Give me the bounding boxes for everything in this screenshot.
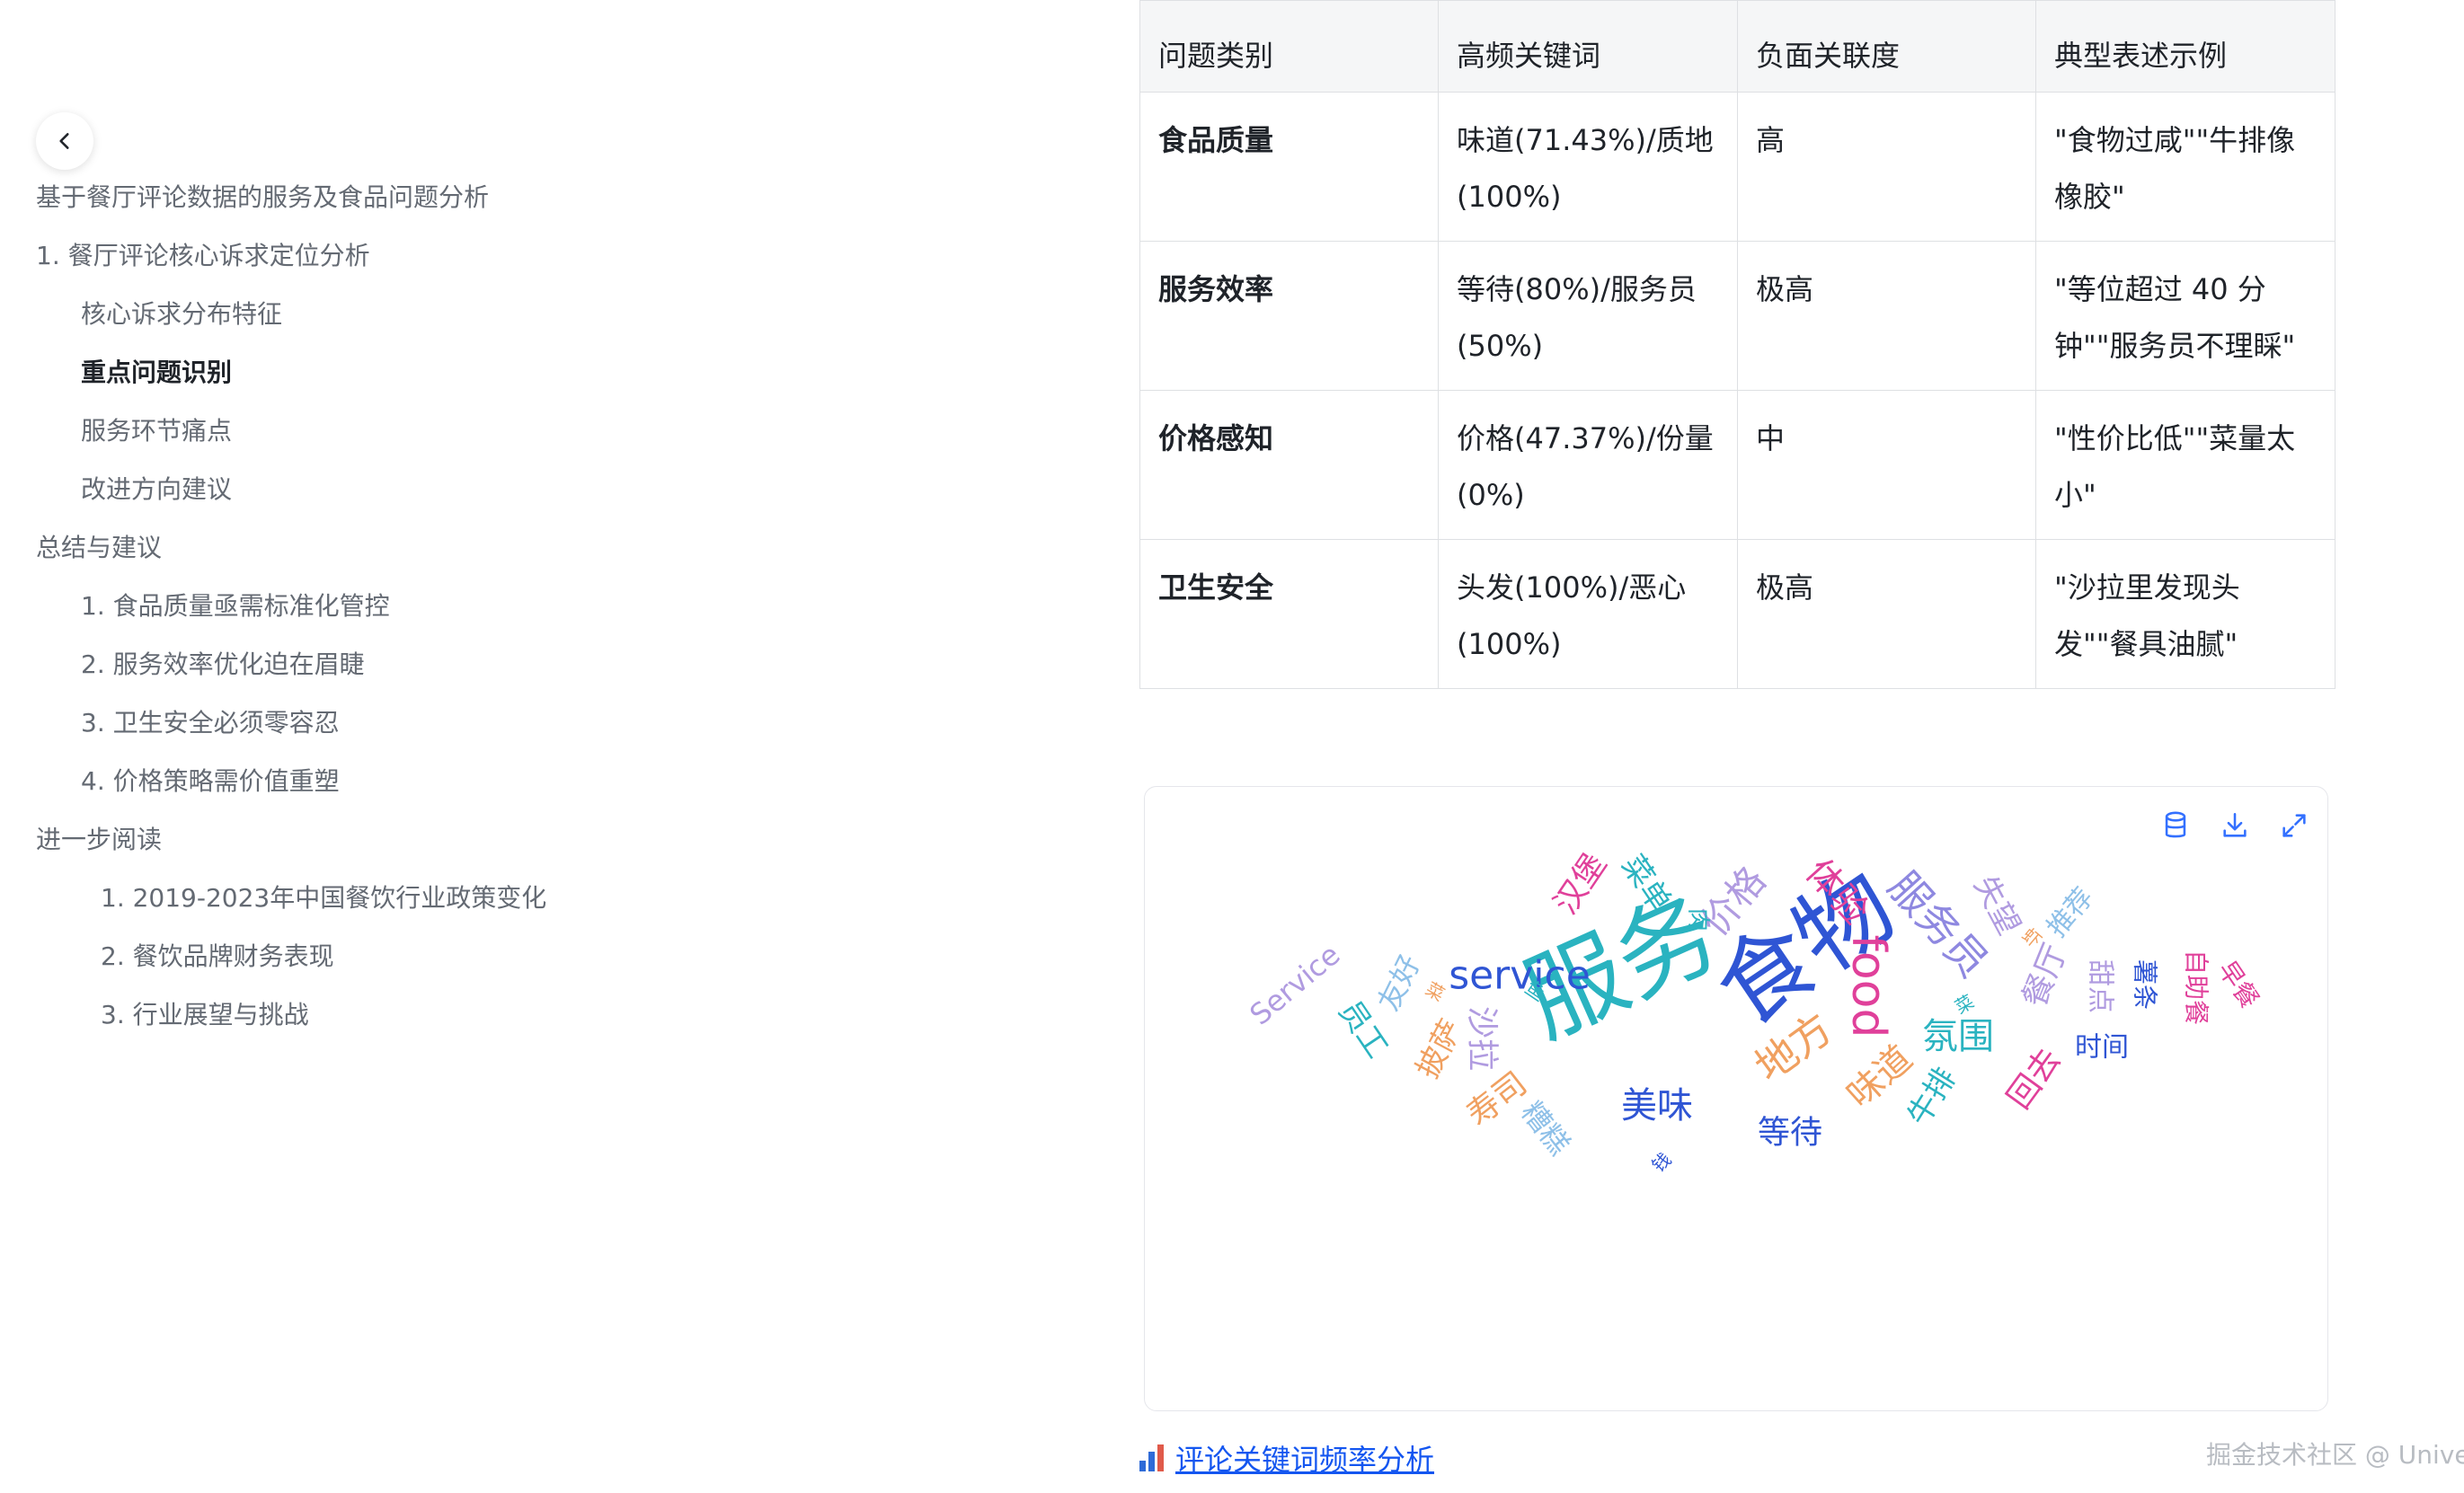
category-cell: 卫生安全 [1139,539,1439,689]
wordcloud-word: 糟糕 [1514,1095,1576,1162]
back-button[interactable] [36,112,93,170]
wordcloud-word: 时间 [2075,1032,2129,1064]
toc-item[interactable]: 1. 食品质量亟需标准化管控 [81,588,390,624]
wordcloud-word: 氛围 [1922,1016,1994,1057]
relevance-cell: 极高 [1737,539,2036,689]
wordcloud-word: 早餐 [2212,956,2265,1014]
problem-table-container: 问题类别 高频关键词 负面关联度 典型表述示例 食品质量 味道(71.43%)/… [1139,0,2335,689]
category-cell: 服务效率 [1139,241,1439,391]
wordcloud-word: 甜点 [2085,959,2116,1013]
wordcloud-word: 回去 [2000,1042,2068,1116]
wordcloud-word: 披萨 [1409,1014,1469,1085]
wordcloud-word: 等待 [1758,1115,1822,1152]
problem-table: 问题类别 高频关键词 负面关联度 典型表述示例 食品质量 味道(71.43%)/… [1139,0,2335,689]
toc-item[interactable]: 3. 行业展望与挑战 [101,997,309,1033]
wordcloud-word: 菜 [1422,978,1448,1006]
wordcloud-card: 服务 食物 service food 地方 服务员 价格 体验 味道 美味 氛围 等待 沙拉 寿司 汉堡 餐厅… [1144,786,2328,1411]
table-header-cell: 典型表述示例 [2035,0,2335,93]
toc-item[interactable]: 总结与建议 [36,530,162,566]
category-cell: 价格感知 [1139,390,1439,540]
wordcloud-word: 餐厅 [2016,939,2075,1012]
toc-item[interactable]: 服务环节痛点 [81,413,232,449]
table-header-row: 问题类别 高频关键词 负面关联度 典型表述示例 [1139,0,2335,93]
chart-caption-link[interactable]: 评论关键词频率分析 [1139,1437,1434,1479]
keywords-cell: 价格(47.37%)/份量(0%) [1438,390,1738,540]
keywords-cell: 等待(80%)/服务员(50%) [1438,241,1738,391]
example-cell: "沙拉里发现头发""餐具油腻" [2035,539,2335,689]
wordcloud-word: 菜 [1951,991,1977,1019]
wordcloud-word: 美味 [1621,1085,1693,1126]
wordcloud-word: 推荐 [2041,882,2099,943]
toc-item[interactable]: 2. 餐饮品牌财务表现 [101,939,334,975]
table-row: 卫生安全 头发(100%)/恶心(100%) 极高 "沙拉里发现头发""餐具油腻… [1139,539,2335,689]
table-row: 服务效率 等待(80%)/服务员(50%) 极高 "等位超过 40 分钟""服务… [1139,241,2335,391]
wordcloud-word: 友好 [1371,950,1427,1016]
category-cell: 食品质量 [1139,92,1439,242]
table-row: 食品质量 味道(71.43%)/质地(100%) 高 "食物过咸""牛排像橡胶" [1139,92,2335,242]
wordcloud-word: 钱 [1647,1148,1675,1176]
toc-item[interactable]: 3. 卫生安全必须零容忍 [81,705,340,741]
wordcloud-word: Service [1243,937,1346,1031]
keywords-cell: 味道(71.43%)/质地(100%) [1438,92,1738,242]
example-cell: "食物过咸""牛排像橡胶" [2035,92,2335,242]
watermark: 掘金技术社区 @ Univer [2206,1440,2464,1470]
toc-item[interactable]: 1. 餐厅评论核心诉求定位分析 [36,238,370,274]
relevance-cell: 中 [1737,390,2036,540]
wordcloud-word: 薯条 [2131,959,2160,1010]
wordcloud-word: 汉堡 [1547,847,1614,922]
wordcloud-word: 自助餐 [2182,950,2211,1025]
wordcloud-word: service [1449,953,1591,999]
table-header-cell: 高频关键词 [1438,0,1738,93]
wordcloud: 服务食物service food地方服务员价格 体验味道美味氛围等待沙拉寿司汉堡餐厅… [1243,847,2265,1177]
relevance-cell: 极高 [1737,241,2036,391]
toc-item[interactable]: 基于餐厅评论数据的服务及食品问题分析 [36,180,489,216]
table-row: 价格感知 价格(47.37%)/份量(0%) 中 "性价比低""菜量太小" [1139,390,2335,540]
wordcloud-word: 肉 [1684,908,1711,932]
keywords-cell: 头发(100%)/恶心(100%) [1438,539,1738,689]
wordcloud-word: food [1841,935,1895,1038]
chevron-left-icon [59,133,69,149]
toc-item[interactable]: 2. 服务效率优化迫在眉睫 [81,647,365,683]
toc-item[interactable]: 4. 价格策略需价值重塑 [81,764,340,800]
toc-item[interactable]: 重点问题识别 [81,355,232,391]
toc-item[interactable]: 改进方向建议 [81,472,232,508]
chart-caption-text: 评论关键词频率分析 [1175,1443,1435,1477]
toc-item[interactable]: 1. 2019-2023年中国餐饮行业政策变化 [101,880,546,916]
example-cell: "性价比低""菜量太小" [2035,390,2335,540]
bar-chart-emoji-icon [1139,1444,1166,1471]
toc-item[interactable]: 进一步阅读 [36,822,162,858]
wordcloud-word: 沙拉 [1464,1006,1501,1071]
example-cell: "等位超过 40 分钟""服务员不理睬" [2035,241,2335,391]
table-header-cell: 负面关联度 [1737,0,2036,93]
toc-item[interactable]: 核心诉求分布特征 [81,296,282,332]
relevance-cell: 高 [1737,92,2036,242]
table-header-cell: 问题类别 [1139,0,1439,93]
